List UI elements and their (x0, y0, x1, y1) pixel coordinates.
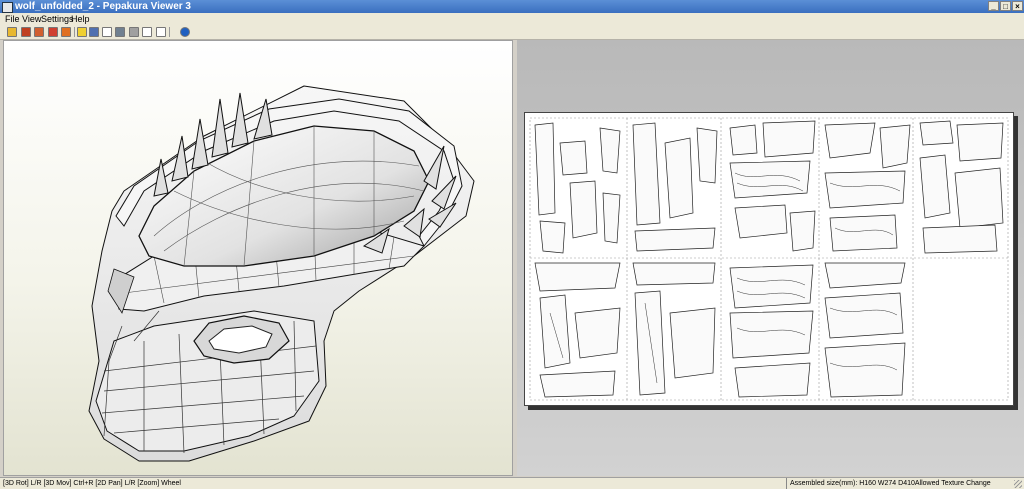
page-icon[interactable] (102, 27, 112, 37)
window2-icon[interactable] (156, 27, 166, 37)
open-folder-icon[interactable] (7, 27, 17, 37)
menu-view[interactable]: View (22, 13, 41, 25)
status-hint: [3D Rot] L/R [3D Mov] Ctrl+R [2D Pan] L/… (3, 480, 181, 487)
print-icon[interactable] (34, 27, 44, 37)
3d-view-icon[interactable] (21, 27, 31, 37)
close-button[interactable]: × (1012, 1, 1023, 11)
toolbar-separator (74, 27, 75, 37)
layout-icon[interactable] (89, 27, 99, 37)
unfolded-parts (529, 117, 1009, 401)
menu-file[interactable]: File (5, 13, 20, 25)
window-title: wolf_unfolded_2 - Pepakura Viewer 3 (15, 1, 191, 12)
menu-bar: File View Settings Help (0, 13, 1024, 25)
model-icon[interactable] (61, 27, 71, 37)
maximize-button[interactable]: □ (1000, 1, 1011, 11)
toolbar (0, 25, 1024, 40)
toolbar-separator (169, 27, 170, 37)
minimize-button[interactable]: _ (988, 1, 999, 11)
status-bar: [3D Rot] L/R [3D Mov] Ctrl+R [2D Pan] L/… (0, 477, 1024, 489)
menu-settings[interactable]: Settings (41, 13, 74, 25)
resize-grip-icon[interactable] (1014, 480, 1022, 488)
menu-help[interactable]: Help (71, 13, 90, 25)
lightbulb-icon[interactable] (77, 27, 87, 37)
texture-icon[interactable] (48, 27, 58, 37)
window-icon[interactable] (142, 27, 152, 37)
status-assembled-size: Assembled size(mm): H160 W274 D410Allowe… (786, 478, 1004, 489)
paper-sheet (524, 112, 1014, 406)
app-icon[interactable] (2, 2, 13, 13)
3d-view[interactable] (3, 40, 513, 476)
3d-model-mask[interactable] (4, 41, 513, 476)
wrench-icon[interactable] (115, 27, 125, 37)
title-bar: wolf_unfolded_2 - Pepakura Viewer 3 _ □ … (0, 0, 1024, 13)
2d-view[interactable] (517, 40, 1024, 476)
edge-icon[interactable] (129, 27, 139, 37)
info-icon[interactable] (180, 27, 190, 37)
